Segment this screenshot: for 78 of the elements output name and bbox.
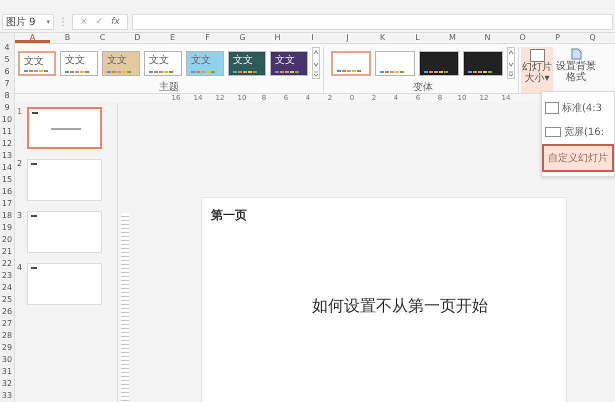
column-header[interactable]: N bbox=[470, 33, 505, 43]
row-number: 21 bbox=[0, 246, 14, 258]
row-number: 5 bbox=[3, 54, 11, 66]
slide-number: 4 bbox=[17, 263, 23, 274]
row-number: 22 bbox=[0, 258, 14, 270]
row-number: 30 bbox=[0, 354, 14, 366]
row-number: 19 bbox=[0, 222, 14, 234]
row-number: 27 bbox=[0, 318, 14, 330]
column-header[interactable]: M bbox=[435, 33, 470, 43]
formula-input[interactable] bbox=[132, 14, 613, 30]
menu-item[interactable]: 标准(4:3 bbox=[542, 96, 614, 120]
theme-thumbnail[interactable]: 文文 bbox=[228, 50, 266, 76]
theme-thumbnail[interactable]: 文文 bbox=[60, 50, 98, 76]
gallery-scroll-icon[interactable] bbox=[507, 47, 515, 79]
slide-title: 如何设置不从第一页开始 bbox=[312, 296, 488, 317]
row-number: 14 bbox=[0, 162, 14, 174]
row-number: 8 bbox=[3, 90, 11, 102]
row-number: 18 bbox=[0, 210, 14, 222]
row-number: 33 bbox=[0, 390, 14, 402]
theme-thumbnail[interactable]: 文文 bbox=[18, 50, 56, 76]
column-header[interactable]: B bbox=[50, 33, 85, 43]
row-number: 12 bbox=[0, 138, 14, 150]
slide-number: 1 bbox=[17, 107, 23, 118]
theme-thumbnail[interactable]: 文文 bbox=[144, 50, 182, 76]
group-label: 变体 bbox=[413, 80, 433, 94]
column-header[interactable]: L bbox=[400, 33, 435, 43]
row-number: 9 bbox=[3, 102, 11, 114]
group-label: 主题 bbox=[159, 80, 179, 94]
row-number: 25 bbox=[0, 294, 14, 306]
row-number: 26 bbox=[0, 306, 14, 318]
column-header[interactable]: D bbox=[120, 33, 155, 43]
row-number: 16 bbox=[0, 186, 14, 198]
row-number: 13 bbox=[0, 150, 14, 162]
slide-icon bbox=[530, 49, 544, 62]
slide-size-button[interactable]: 幻灯片大小▾ bbox=[521, 47, 553, 93]
variant-thumbnail[interactable] bbox=[419, 50, 459, 76]
document-icon bbox=[569, 47, 583, 61]
row-number: 29 bbox=[0, 342, 14, 354]
column-header[interactable]: E bbox=[155, 33, 190, 43]
slide-number: 2 bbox=[17, 159, 23, 170]
column-header[interactable]: P bbox=[540, 33, 575, 43]
row-number: 10 bbox=[0, 114, 14, 126]
row-number: 31 bbox=[0, 366, 14, 378]
slide-number: 3 bbox=[17, 211, 23, 222]
column-header[interactable]: F bbox=[190, 33, 225, 43]
menu-item[interactable]: 宽屏(16: bbox=[542, 120, 614, 144]
theme-thumbnail[interactable]: 文文 bbox=[270, 50, 308, 76]
row-number: 23 bbox=[0, 270, 14, 282]
column-header[interactable]: K bbox=[365, 33, 400, 43]
row-number: 4 bbox=[3, 42, 11, 54]
column-header[interactable]: Q bbox=[575, 33, 610, 43]
row-number: 11 bbox=[0, 126, 14, 138]
menu-item[interactable]: 自定义幻灯片 bbox=[542, 144, 614, 172]
row-number: 17 bbox=[0, 198, 14, 210]
background-format-button[interactable]: 设置背景格式 bbox=[555, 47, 597, 93]
row-number: 28 bbox=[0, 330, 14, 342]
column-header[interactable]: O bbox=[505, 33, 540, 43]
slide-header: 第一页 bbox=[211, 207, 247, 224]
column-header[interactable]: C bbox=[85, 33, 120, 43]
slide-thumbnail[interactable] bbox=[27, 107, 102, 149]
column-header[interactable]: J bbox=[330, 33, 365, 43]
variant-thumbnail[interactable] bbox=[463, 50, 503, 76]
column-header[interactable]: I bbox=[295, 33, 330, 43]
row-number: 6 bbox=[3, 66, 11, 78]
row-number: 24 bbox=[0, 282, 14, 294]
variant-thumbnail[interactable] bbox=[331, 50, 371, 76]
gallery-scroll-icon[interactable] bbox=[312, 47, 320, 79]
variant-thumbnail[interactable] bbox=[375, 50, 415, 76]
separator-icon: ⋮ bbox=[58, 16, 68, 28]
row-number: 20 bbox=[0, 234, 14, 246]
row-number: 15 bbox=[0, 174, 14, 186]
row-number: 32 bbox=[0, 378, 14, 390]
function-button[interactable]: fx bbox=[108, 17, 123, 27]
theme-thumbnail[interactable]: 文文 bbox=[186, 50, 224, 76]
row-number: 7 bbox=[3, 78, 11, 90]
column-header[interactable]: G bbox=[225, 33, 260, 43]
column-header[interactable]: H bbox=[260, 33, 295, 43]
theme-thumbnail[interactable]: 文文 bbox=[102, 50, 140, 76]
